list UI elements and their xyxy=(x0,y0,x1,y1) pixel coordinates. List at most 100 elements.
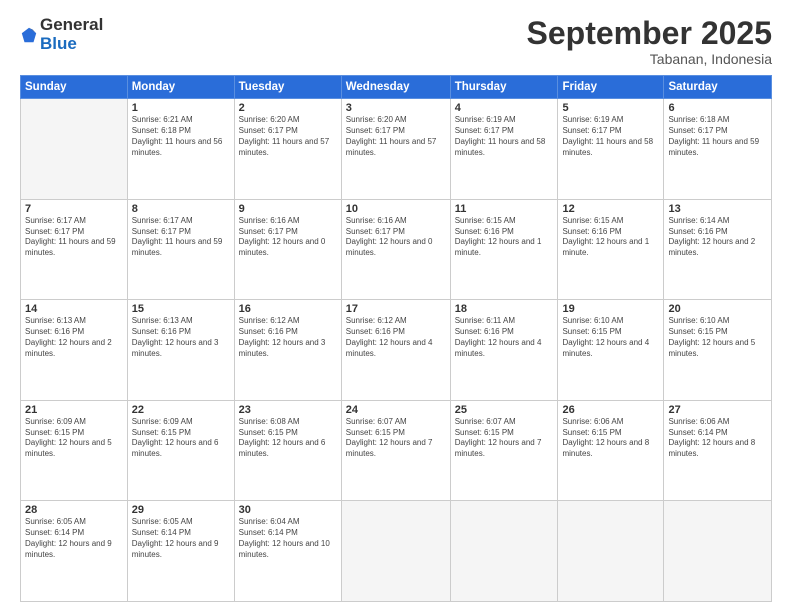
calendar-cell: 25Sunrise: 6:07 AMSunset: 6:15 PMDayligh… xyxy=(450,400,558,501)
day-info: Sunrise: 6:15 AMSunset: 6:16 PMDaylight:… xyxy=(455,216,554,259)
calendar-cell: 9Sunrise: 6:16 AMSunset: 6:17 PMDaylight… xyxy=(234,199,341,300)
day-info: Sunrise: 6:20 AMSunset: 6:17 PMDaylight:… xyxy=(239,115,337,158)
calendar-cell: 2Sunrise: 6:20 AMSunset: 6:17 PMDaylight… xyxy=(234,99,341,200)
col-friday: Friday xyxy=(558,76,664,99)
calendar-cell: 17Sunrise: 6:12 AMSunset: 6:16 PMDayligh… xyxy=(341,300,450,401)
logo-text: General Blue xyxy=(40,16,103,53)
day-number: 14 xyxy=(25,303,123,315)
day-info: Sunrise: 6:21 AMSunset: 6:18 PMDaylight:… xyxy=(132,115,230,158)
logo-general: General xyxy=(40,16,103,35)
day-info: Sunrise: 6:06 AMSunset: 6:15 PMDaylight:… xyxy=(562,417,659,460)
calendar-cell xyxy=(450,501,558,602)
day-info: Sunrise: 6:07 AMSunset: 6:15 PMDaylight:… xyxy=(346,417,446,460)
calendar-cell: 6Sunrise: 6:18 AMSunset: 6:17 PMDaylight… xyxy=(664,99,772,200)
col-sunday: Sunday xyxy=(21,76,128,99)
day-number: 13 xyxy=(668,203,767,215)
day-info: Sunrise: 6:20 AMSunset: 6:17 PMDaylight:… xyxy=(346,115,446,158)
day-number: 9 xyxy=(239,203,337,215)
day-number: 21 xyxy=(25,404,123,416)
day-info: Sunrise: 6:05 AMSunset: 6:14 PMDaylight:… xyxy=(132,517,230,560)
day-number: 18 xyxy=(455,303,554,315)
day-info: Sunrise: 6:19 AMSunset: 6:17 PMDaylight:… xyxy=(562,115,659,158)
col-wednesday: Wednesday xyxy=(341,76,450,99)
day-info: Sunrise: 6:15 AMSunset: 6:16 PMDaylight:… xyxy=(562,216,659,259)
calendar-table: Sunday Monday Tuesday Wednesday Thursday… xyxy=(20,75,772,602)
calendar-cell: 15Sunrise: 6:13 AMSunset: 6:16 PMDayligh… xyxy=(127,300,234,401)
logo-icon xyxy=(20,26,38,44)
day-info: Sunrise: 6:10 AMSunset: 6:15 PMDaylight:… xyxy=(562,316,659,359)
location: Tabanan, Indonesia xyxy=(527,51,772,67)
page: General Blue September 2025 Tabanan, Ind… xyxy=(0,0,792,612)
day-number: 15 xyxy=(132,303,230,315)
day-info: Sunrise: 6:11 AMSunset: 6:16 PMDaylight:… xyxy=(455,316,554,359)
calendar-cell: 13Sunrise: 6:14 AMSunset: 6:16 PMDayligh… xyxy=(664,199,772,300)
day-number: 27 xyxy=(668,404,767,416)
calendar-cell: 14Sunrise: 6:13 AMSunset: 6:16 PMDayligh… xyxy=(21,300,128,401)
col-saturday: Saturday xyxy=(664,76,772,99)
header: General Blue September 2025 Tabanan, Ind… xyxy=(20,16,772,67)
day-info: Sunrise: 6:18 AMSunset: 6:17 PMDaylight:… xyxy=(668,115,767,158)
day-number: 29 xyxy=(132,504,230,516)
calendar-cell xyxy=(558,501,664,602)
day-info: Sunrise: 6:07 AMSunset: 6:15 PMDaylight:… xyxy=(455,417,554,460)
week-row-4: 28Sunrise: 6:05 AMSunset: 6:14 PMDayligh… xyxy=(21,501,772,602)
calendar-cell: 5Sunrise: 6:19 AMSunset: 6:17 PMDaylight… xyxy=(558,99,664,200)
day-number: 19 xyxy=(562,303,659,315)
calendar-cell: 19Sunrise: 6:10 AMSunset: 6:15 PMDayligh… xyxy=(558,300,664,401)
calendar-cell: 3Sunrise: 6:20 AMSunset: 6:17 PMDaylight… xyxy=(341,99,450,200)
week-row-3: 21Sunrise: 6:09 AMSunset: 6:15 PMDayligh… xyxy=(21,400,772,501)
day-number: 6 xyxy=(668,102,767,114)
day-number: 10 xyxy=(346,203,446,215)
calendar-cell xyxy=(664,501,772,602)
day-number: 17 xyxy=(346,303,446,315)
day-info: Sunrise: 6:08 AMSunset: 6:15 PMDaylight:… xyxy=(239,417,337,460)
calendar-cell: 1Sunrise: 6:21 AMSunset: 6:18 PMDaylight… xyxy=(127,99,234,200)
day-number: 23 xyxy=(239,404,337,416)
day-info: Sunrise: 6:09 AMSunset: 6:15 PMDaylight:… xyxy=(25,417,123,460)
day-info: Sunrise: 6:12 AMSunset: 6:16 PMDaylight:… xyxy=(346,316,446,359)
week-row-2: 14Sunrise: 6:13 AMSunset: 6:16 PMDayligh… xyxy=(21,300,772,401)
day-info: Sunrise: 6:14 AMSunset: 6:16 PMDaylight:… xyxy=(668,216,767,259)
day-info: Sunrise: 6:09 AMSunset: 6:15 PMDaylight:… xyxy=(132,417,230,460)
day-number: 5 xyxy=(562,102,659,114)
calendar-cell: 22Sunrise: 6:09 AMSunset: 6:15 PMDayligh… xyxy=(127,400,234,501)
calendar-cell: 26Sunrise: 6:06 AMSunset: 6:15 PMDayligh… xyxy=(558,400,664,501)
day-info: Sunrise: 6:04 AMSunset: 6:14 PMDaylight:… xyxy=(239,517,337,560)
col-tuesday: Tuesday xyxy=(234,76,341,99)
calendar-cell xyxy=(341,501,450,602)
calendar-cell: 8Sunrise: 6:17 AMSunset: 6:17 PMDaylight… xyxy=(127,199,234,300)
calendar-cell: 24Sunrise: 6:07 AMSunset: 6:15 PMDayligh… xyxy=(341,400,450,501)
day-info: Sunrise: 6:13 AMSunset: 6:16 PMDaylight:… xyxy=(25,316,123,359)
header-row: Sunday Monday Tuesday Wednesday Thursday… xyxy=(21,76,772,99)
day-number: 16 xyxy=(239,303,337,315)
day-info: Sunrise: 6:05 AMSunset: 6:14 PMDaylight:… xyxy=(25,517,123,560)
calendar-cell: 23Sunrise: 6:08 AMSunset: 6:15 PMDayligh… xyxy=(234,400,341,501)
col-monday: Monday xyxy=(127,76,234,99)
calendar-cell: 4Sunrise: 6:19 AMSunset: 6:17 PMDaylight… xyxy=(450,99,558,200)
day-number: 28 xyxy=(25,504,123,516)
day-info: Sunrise: 6:17 AMSunset: 6:17 PMDaylight:… xyxy=(132,216,230,259)
day-info: Sunrise: 6:13 AMSunset: 6:16 PMDaylight:… xyxy=(132,316,230,359)
week-row-1: 7Sunrise: 6:17 AMSunset: 6:17 PMDaylight… xyxy=(21,199,772,300)
day-number: 26 xyxy=(562,404,659,416)
calendar-cell xyxy=(21,99,128,200)
day-number: 24 xyxy=(346,404,446,416)
calendar-cell: 10Sunrise: 6:16 AMSunset: 6:17 PMDayligh… xyxy=(341,199,450,300)
day-info: Sunrise: 6:06 AMSunset: 6:14 PMDaylight:… xyxy=(668,417,767,460)
calendar-cell: 30Sunrise: 6:04 AMSunset: 6:14 PMDayligh… xyxy=(234,501,341,602)
day-number: 3 xyxy=(346,102,446,114)
calendar-cell: 20Sunrise: 6:10 AMSunset: 6:15 PMDayligh… xyxy=(664,300,772,401)
day-info: Sunrise: 6:10 AMSunset: 6:15 PMDaylight:… xyxy=(668,316,767,359)
col-thursday: Thursday xyxy=(450,76,558,99)
day-number: 8 xyxy=(132,203,230,215)
logo: General Blue xyxy=(20,16,103,53)
day-number: 7 xyxy=(25,203,123,215)
calendar-cell: 27Sunrise: 6:06 AMSunset: 6:14 PMDayligh… xyxy=(664,400,772,501)
calendar-cell: 18Sunrise: 6:11 AMSunset: 6:16 PMDayligh… xyxy=(450,300,558,401)
calendar-cell: 7Sunrise: 6:17 AMSunset: 6:17 PMDaylight… xyxy=(21,199,128,300)
day-number: 25 xyxy=(455,404,554,416)
week-row-0: 1Sunrise: 6:21 AMSunset: 6:18 PMDaylight… xyxy=(21,99,772,200)
calendar-cell: 12Sunrise: 6:15 AMSunset: 6:16 PMDayligh… xyxy=(558,199,664,300)
calendar-cell: 11Sunrise: 6:15 AMSunset: 6:16 PMDayligh… xyxy=(450,199,558,300)
day-info: Sunrise: 6:17 AMSunset: 6:17 PMDaylight:… xyxy=(25,216,123,259)
